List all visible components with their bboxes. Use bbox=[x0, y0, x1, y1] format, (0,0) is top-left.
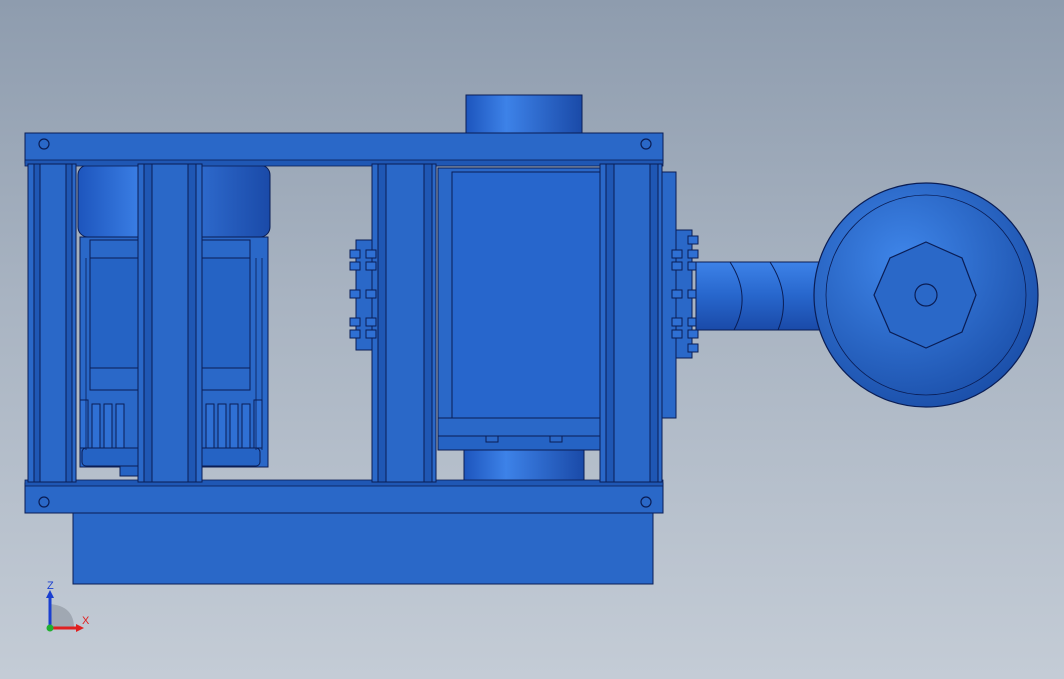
right-flange bbox=[671, 229, 699, 359]
pump-housing bbox=[437, 167, 601, 451]
discharge-pipe bbox=[695, 261, 827, 331]
volute-housing bbox=[813, 182, 1039, 408]
z-axis-label: Z bbox=[47, 580, 54, 592]
base-block bbox=[72, 511, 654, 585]
frame-bottom-beam bbox=[24, 482, 664, 514]
x-axis-label: X bbox=[82, 615, 90, 627]
top-pipe bbox=[465, 94, 583, 136]
graphics-viewport[interactable]: Z X bbox=[0, 0, 1064, 679]
left-flange bbox=[349, 239, 377, 351]
y-axis-dot bbox=[46, 624, 54, 632]
frame-top-beam bbox=[24, 132, 664, 164]
triad-xy-plane bbox=[50, 604, 74, 628]
pump-assembly-model[interactable] bbox=[0, 0, 1064, 679]
coordinate-triad: Z X bbox=[40, 578, 100, 638]
